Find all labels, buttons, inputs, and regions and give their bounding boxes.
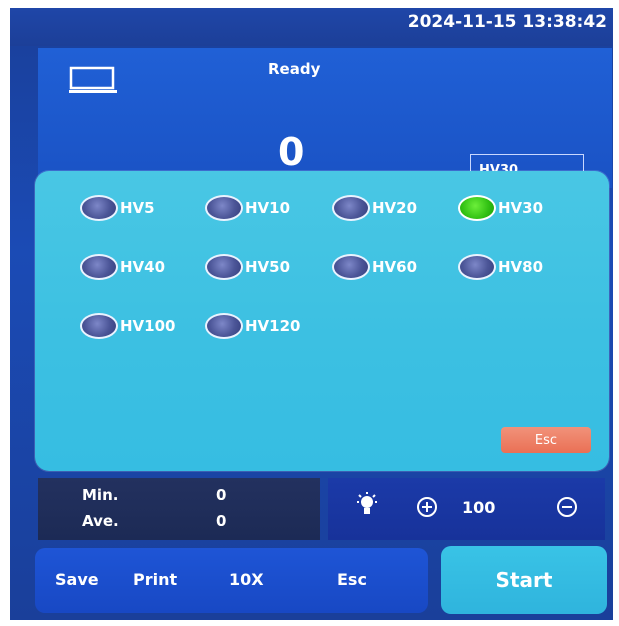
option-label: HV50: [245, 258, 291, 276]
status-panel: Ready 0 HV30: [38, 48, 612, 188]
option-label: HV80: [498, 258, 544, 276]
status-text: Ready: [268, 60, 321, 78]
radio-button[interactable]: [332, 254, 370, 280]
decrease-icon[interactable]: [556, 496, 578, 518]
save-button[interactable]: Save: [55, 570, 99, 589]
datetime-display: 2024-11-15 13:38:42: [407, 12, 607, 32]
measurement-count: 0: [278, 130, 305, 174]
ave-label: Ave.: [82, 512, 119, 530]
option-label: HV100: [120, 317, 176, 335]
radio-button[interactable]: [80, 195, 118, 221]
option-label: HV120: [245, 317, 301, 335]
option-hv100[interactable]: HV100: [80, 311, 175, 341]
option-hv50[interactable]: HV50: [205, 252, 290, 282]
light-control-panel: 100: [328, 478, 605, 540]
option-label: HV20: [372, 199, 418, 217]
ave-value: 0: [216, 512, 227, 530]
min-value: 0: [216, 486, 227, 504]
radio-button[interactable]: [205, 195, 243, 221]
device-screen: 2024-11-15 13:38:42 Ready 0 HV30 HV5 HV1…: [10, 8, 613, 620]
option-label: HV40: [120, 258, 166, 276]
option-hv120[interactable]: HV120: [205, 311, 300, 341]
bottom-toolbar: Save Print 10X Esc: [35, 548, 428, 613]
min-label: Min.: [82, 486, 119, 504]
zoom-button[interactable]: 10X: [229, 570, 264, 589]
start-button[interactable]: Start: [441, 546, 607, 614]
radio-button[interactable]: [458, 254, 496, 280]
radio-button-selected[interactable]: [458, 195, 496, 221]
option-hv60[interactable]: HV60: [332, 252, 417, 282]
option-hv30[interactable]: HV30: [458, 193, 543, 223]
increase-icon[interactable]: [416, 496, 438, 518]
option-label: HV5: [120, 199, 155, 217]
light-bulb-icon: [357, 492, 377, 514]
radio-button[interactable]: [332, 195, 370, 221]
esc-button[interactable]: Esc: [337, 570, 367, 589]
option-hv40[interactable]: HV40: [80, 252, 165, 282]
radio-button[interactable]: [80, 254, 118, 280]
monitor-icon: [69, 66, 117, 93]
option-label: HV30: [498, 199, 544, 217]
radio-button[interactable]: [205, 254, 243, 280]
popup-esc-button[interactable]: Esc: [501, 427, 591, 453]
statistics-panel: Min. 0 Ave. 0: [38, 478, 320, 540]
light-intensity-value: 100: [462, 498, 496, 517]
option-hv10[interactable]: HV10: [205, 193, 290, 223]
option-label: HV10: [245, 199, 291, 217]
option-hv80[interactable]: HV80: [458, 252, 543, 282]
radio-button[interactable]: [80, 313, 118, 339]
option-hv20[interactable]: HV20: [332, 193, 417, 223]
scale-selection-popup: HV5 HV10 HV20 HV30 HV40 HV50 HV60 HV80 H…: [35, 171, 609, 471]
option-hv5[interactable]: HV5: [80, 193, 155, 223]
radio-button[interactable]: [205, 313, 243, 339]
print-button[interactable]: Print: [133, 570, 177, 589]
top-bar: 2024-11-15 13:38:42: [10, 8, 613, 46]
option-label: HV60: [372, 258, 418, 276]
